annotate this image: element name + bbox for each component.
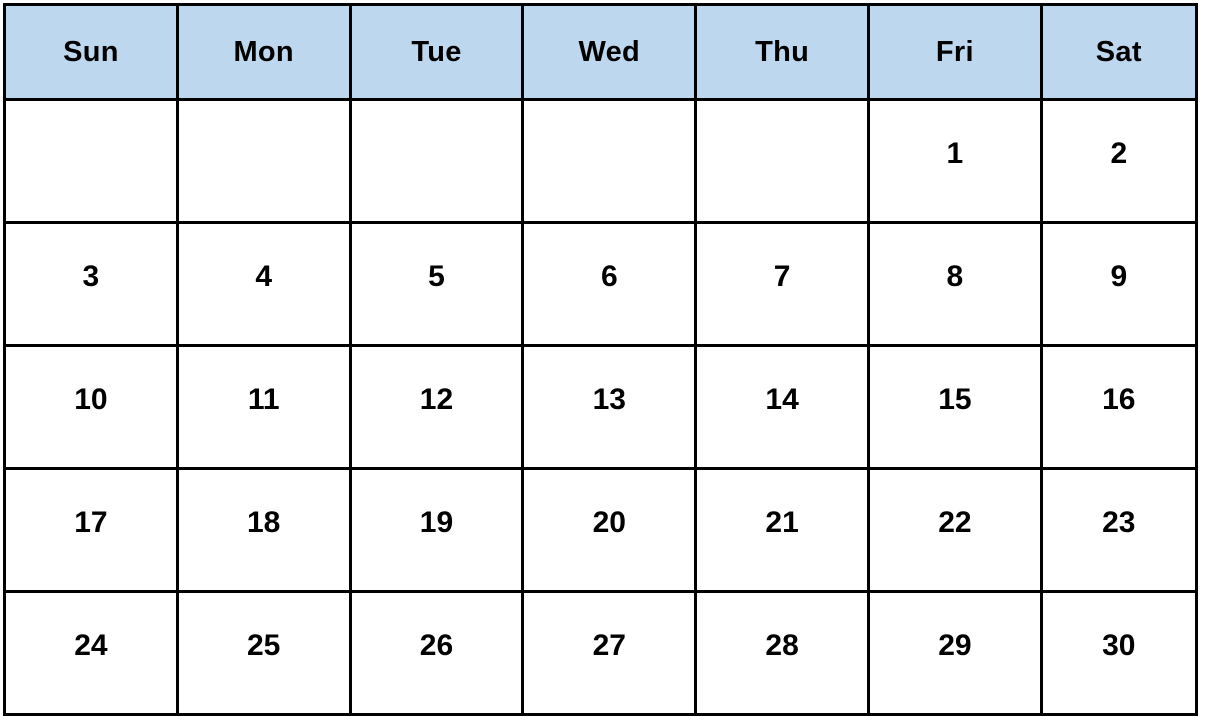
day-number: 17: [74, 505, 108, 539]
calendar-day-cell[interactable]: 14: [694, 344, 870, 470]
calendar-day-cell[interactable]: 11: [175, 344, 352, 470]
day-number: 30: [1102, 628, 1136, 662]
day-number: 7: [773, 259, 791, 293]
day-number: 6: [600, 259, 618, 293]
weekday-header-tue: Tue: [348, 3, 525, 101]
calendar-header-row-group: Sun Mon Tue Wed Thu Fri Sat: [3, 3, 1198, 101]
calendar-day-cell[interactable]: 3: [3, 221, 179, 347]
calendar-day-cell[interactable]: 15: [866, 344, 1043, 470]
calendar-day-cell[interactable]: 6: [521, 221, 698, 347]
day-number: 9: [1110, 259, 1128, 293]
day-number: 24: [74, 628, 108, 662]
calendar-day-cell[interactable]: 23: [1039, 467, 1198, 593]
calendar-day-cell[interactable]: 21: [694, 467, 870, 593]
weekday-header-sun: Sun: [3, 3, 179, 101]
calendar-day-cell[interactable]: 9: [1039, 221, 1198, 347]
day-number: 29: [938, 628, 972, 662]
day-number: 23: [1102, 505, 1136, 539]
calendar-day-cell[interactable]: 10: [3, 344, 179, 470]
day-number: 25: [247, 628, 281, 662]
calendar-day-cell[interactable]: 1: [866, 98, 1043, 224]
calendar-day-cell[interactable]: 12: [348, 344, 525, 470]
day-number: 16: [1102, 382, 1136, 416]
calendar-day-cell[interactable]: 7: [694, 221, 870, 347]
day-number: 21: [765, 505, 799, 539]
day-number: 13: [592, 382, 626, 416]
calendar-day-cell[interactable]: 29: [866, 590, 1043, 716]
day-number: 15: [938, 382, 972, 416]
calendar-day-cell[interactable]: 13: [521, 344, 698, 470]
weekday-header-thu: Thu: [694, 3, 870, 101]
day-number: 12: [419, 382, 454, 416]
weekday-header-mon: Mon: [175, 3, 352, 101]
day-number: 19: [419, 505, 454, 539]
calendar-week-row: 1 2: [3, 98, 1198, 224]
calendar-container: Sun Mon Tue Wed Thu Fri Sat 1 2 3 4 5 6 …: [3, 3, 1198, 716]
calendar-day-cell[interactable]: 18: [175, 467, 352, 593]
day-number: 20: [592, 505, 626, 539]
calendar-day-cell[interactable]: [3, 98, 179, 224]
calendar-day-cell[interactable]: 24: [3, 590, 179, 716]
day-number: 5: [428, 259, 445, 293]
calendar-day-cell[interactable]: 22: [866, 467, 1043, 593]
calendar-day-cell[interactable]: 5: [348, 221, 525, 347]
calendar-day-cell[interactable]: 30: [1039, 590, 1198, 716]
calendar-day-cell[interactable]: [175, 98, 352, 224]
calendar-day-cell[interactable]: [521, 98, 698, 224]
day-number: 1: [946, 136, 964, 170]
calendar-day-cell[interactable]: 17: [3, 467, 179, 593]
day-number: 18: [247, 505, 281, 539]
weekday-header-sat: Sat: [1039, 3, 1198, 101]
day-number: 11: [247, 382, 280, 416]
calendar-week-row: 10 11 12 13 14 15 16: [3, 344, 1198, 470]
calendar-day-cell[interactable]: [348, 98, 525, 224]
day-number: 27: [592, 628, 626, 662]
calendar-body: 1 2 3 4 5 6 7 8 9 10 11 12 13 14 15 16 1…: [3, 98, 1198, 716]
calendar-day-cell[interactable]: 28: [694, 590, 870, 716]
calendar-grid: Sun Mon Tue Wed Thu Fri Sat 1 2 3 4 5 6 …: [3, 3, 1198, 716]
calendar-day-cell[interactable]: 4: [175, 221, 352, 347]
day-number: 8: [946, 259, 964, 293]
day-number: 4: [255, 259, 273, 293]
weekday-header-wed: Wed: [521, 3, 698, 101]
calendar-week-row: 17 18 19 20 21 22 23: [3, 467, 1198, 593]
weekday-header-row: Sun Mon Tue Wed Thu Fri Sat: [3, 3, 1198, 101]
calendar-day-cell[interactable]: 19: [348, 467, 525, 593]
calendar-day-cell[interactable]: 27: [521, 590, 698, 716]
day-number: 3: [82, 259, 100, 293]
calendar-day-cell[interactable]: 20: [521, 467, 698, 593]
day-number: 26: [419, 628, 454, 662]
calendar-day-cell[interactable]: 8: [866, 221, 1043, 347]
day-number: 28: [765, 628, 799, 662]
calendar-week-row: 3 4 5 6 7 8 9: [3, 221, 1198, 347]
calendar-day-cell[interactable]: 16: [1039, 344, 1198, 470]
calendar-day-cell[interactable]: 25: [175, 590, 352, 716]
day-number: 10: [74, 382, 108, 416]
day-number: 2: [1110, 136, 1128, 170]
weekday-header-fri: Fri: [866, 3, 1043, 101]
calendar-day-cell[interactable]: 2: [1039, 98, 1198, 224]
calendar-day-cell[interactable]: [694, 98, 870, 224]
calendar-week-row: 24 25 26 27 28 29 30: [3, 590, 1198, 716]
calendar-day-cell[interactable]: 26: [348, 590, 525, 716]
day-number: 14: [765, 382, 799, 416]
day-number: 22: [938, 505, 972, 539]
